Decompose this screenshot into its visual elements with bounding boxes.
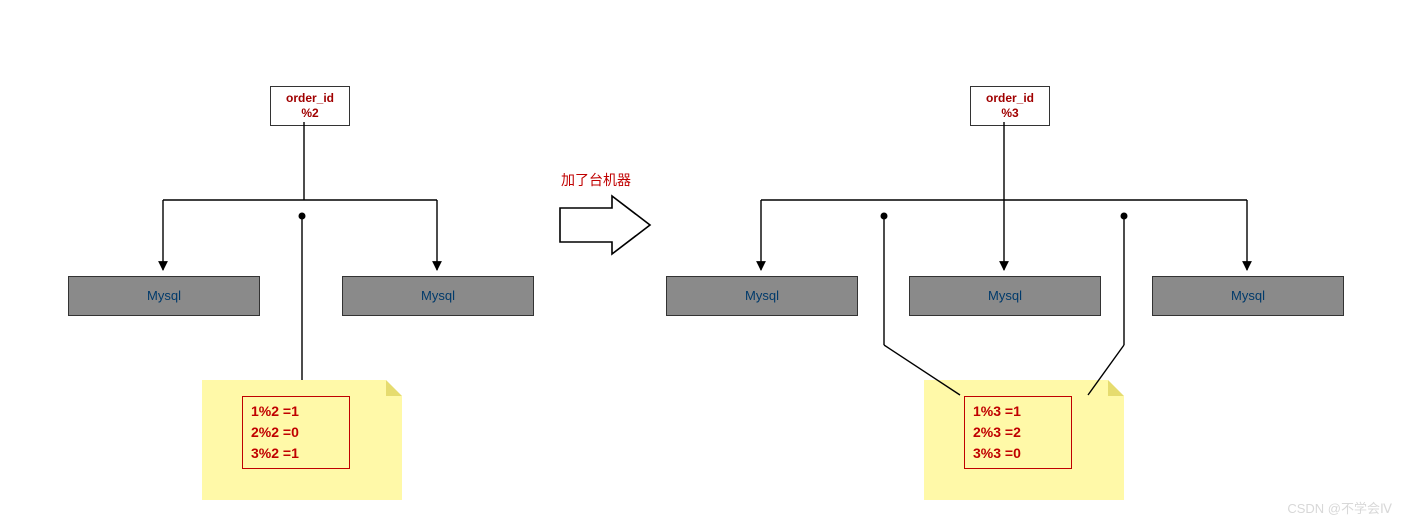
note-right-line-1: 2%3 =2: [973, 422, 1063, 443]
watermark: CSDN @不学会Ⅳ: [1287, 498, 1392, 517]
note-left: 1%2 =1 2%2 =0 3%2 =1: [202, 380, 402, 500]
note-right-line-2: 3%3 =0: [973, 443, 1063, 464]
note-right: 1%3 =1 2%3 =2 3%3 =0: [924, 380, 1124, 500]
note-left-inner: 1%2 =1 2%2 =0 3%2 =1: [242, 396, 350, 469]
mysql-box-right-0: Mysql: [666, 276, 858, 316]
order-id-mod: %2: [277, 106, 343, 121]
note-right-inner: 1%3 =1 2%3 =2 3%3 =0: [964, 396, 1072, 469]
order-id-label-right: order_id: [977, 91, 1043, 106]
order-id-label: order_id: [277, 91, 343, 106]
mysql-box-left-0: Mysql: [68, 276, 260, 316]
order-id-box-right: order_id %3: [970, 86, 1050, 126]
transition-arrow-icon: [560, 196, 650, 254]
mysql-box-right-1: Mysql: [909, 276, 1101, 316]
note-left-line-0: 1%2 =1: [251, 401, 341, 422]
order-id-box-left: order_id %2: [270, 86, 350, 126]
mysql-box-right-2: Mysql: [1152, 276, 1344, 316]
note-left-line-2: 3%2 =1: [251, 443, 341, 464]
transition-label: 加了台机器: [561, 170, 631, 190]
note-right-line-0: 1%3 =1: [973, 401, 1063, 422]
order-id-mod-right: %3: [977, 106, 1043, 121]
mysql-box-left-1: Mysql: [342, 276, 534, 316]
note-left-line-1: 2%2 =0: [251, 422, 341, 443]
